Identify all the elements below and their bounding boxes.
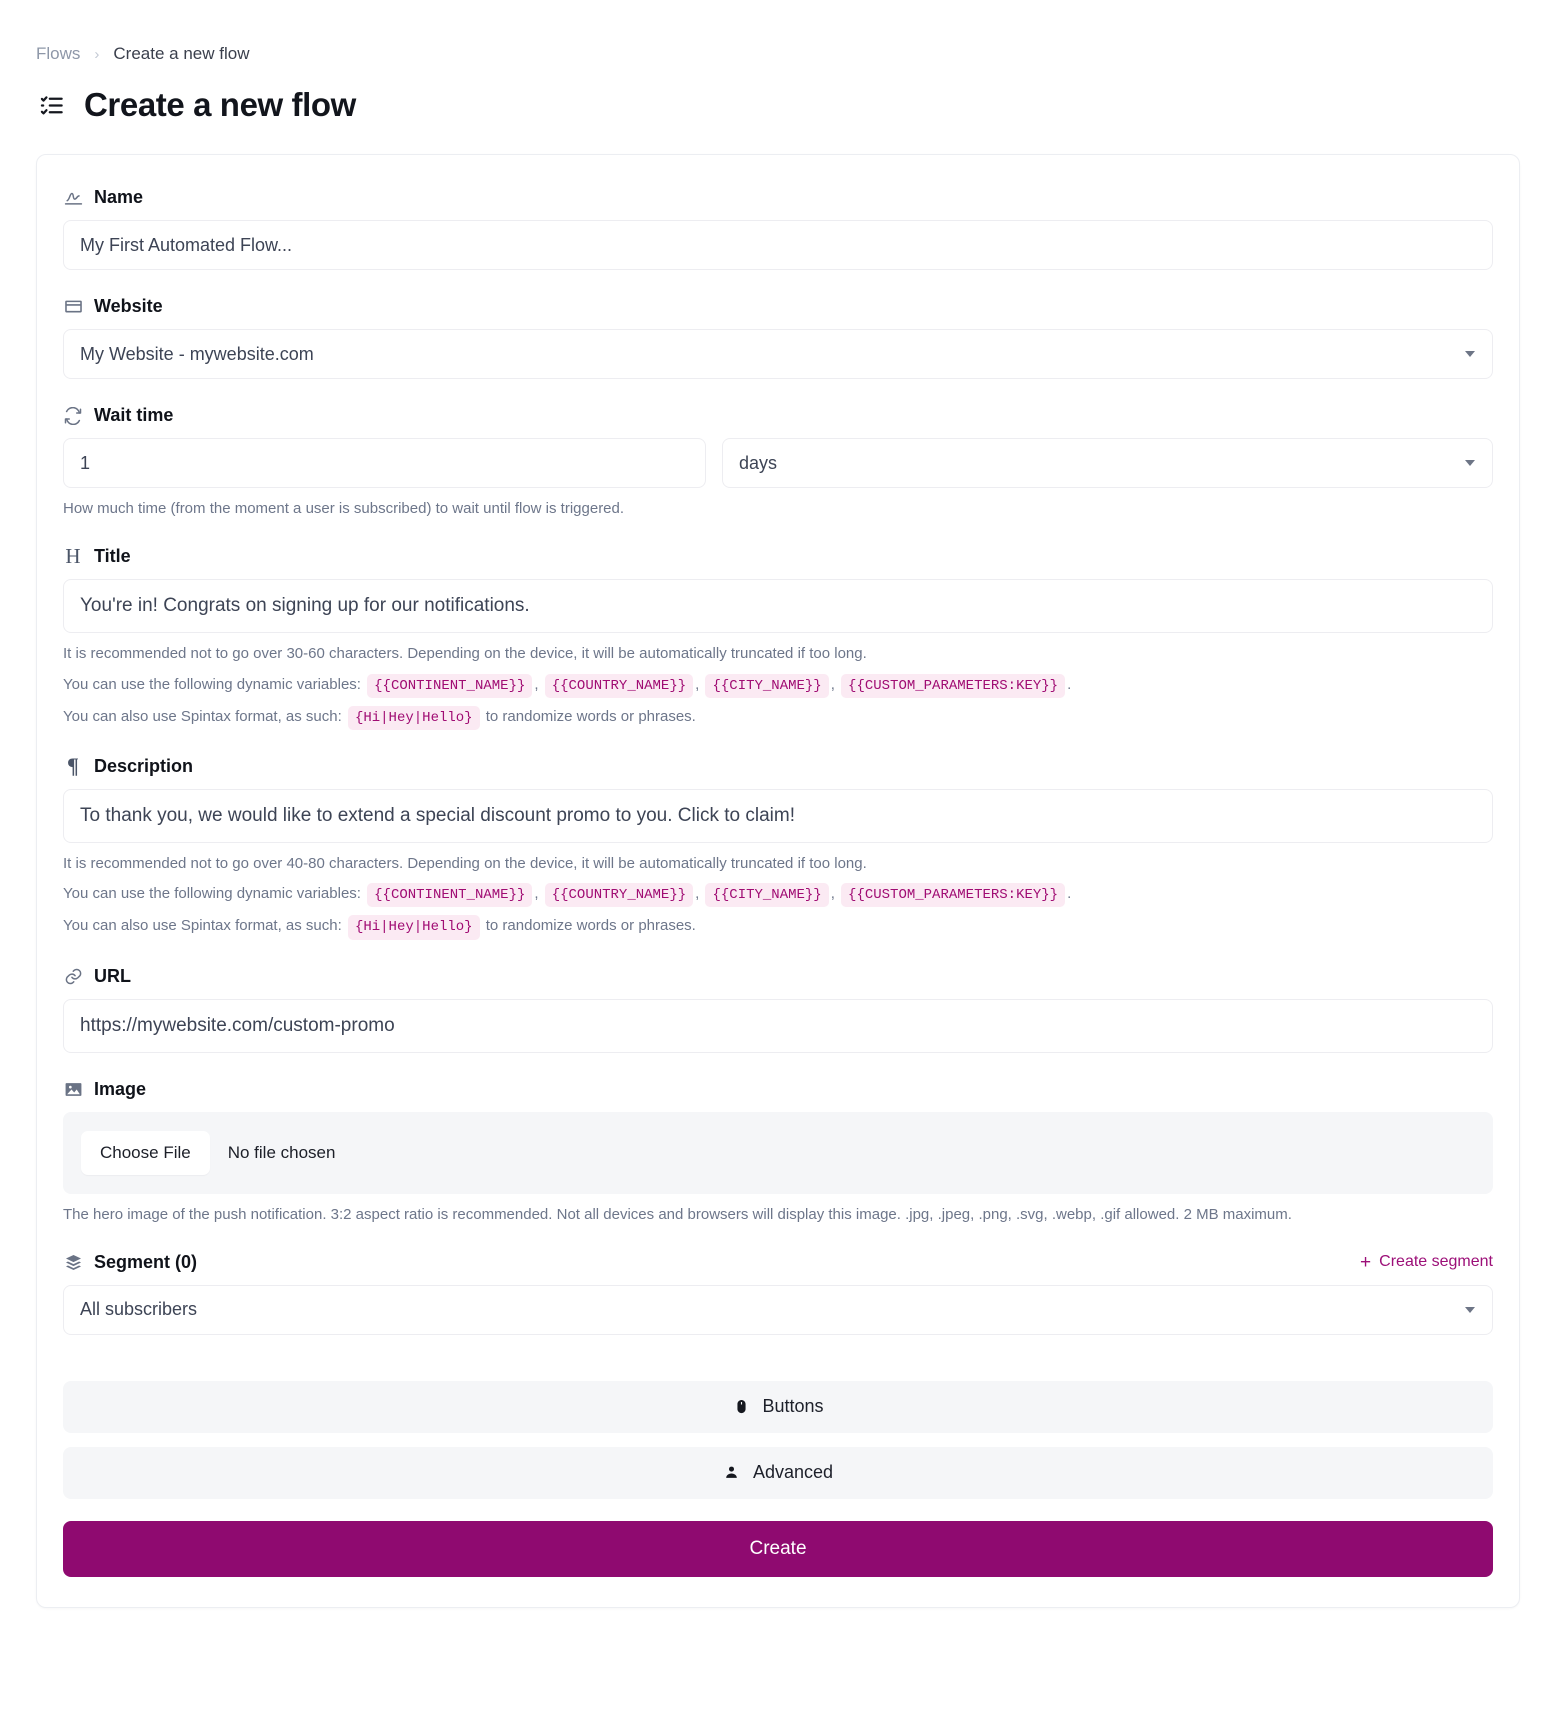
description-helper-spintax: You can also use Spintax format, as such… xyxy=(63,914,1493,940)
segment-select[interactable]: All subscribers xyxy=(63,1284,1493,1335)
variable-chip: {{COUNTRY_NAME}} xyxy=(544,673,694,698)
link-icon xyxy=(63,966,83,986)
field-image: Image Choose File No file chosen The her… xyxy=(63,1079,1493,1226)
field-url: URL xyxy=(63,966,1493,1053)
buttons-section-toggle[interactable]: Buttons xyxy=(63,1380,1493,1433)
page-header: Create a new flow xyxy=(36,86,1520,124)
create-segment-link[interactable]: + Create segment xyxy=(1360,1253,1493,1272)
choose-file-button[interactable]: Choose File xyxy=(81,1130,210,1175)
title-helper-spintax-suffix: to randomize words or phrases. xyxy=(485,707,696,725)
label-segment: Segment (0) xyxy=(63,1252,197,1273)
label-image: Image xyxy=(63,1079,1493,1100)
spintax-chip: {Hi|Hey|Hello} xyxy=(347,915,480,940)
wait-time-amount-input[interactable] xyxy=(63,438,706,488)
label-url: URL xyxy=(63,966,1493,987)
field-website: Website My Website - mywebsite.com xyxy=(63,296,1493,379)
label-url-text: URL xyxy=(94,965,131,986)
pilcrow-icon: ¶ xyxy=(67,753,79,779)
field-segment: Segment (0) + Create segment All subscri… xyxy=(63,1252,1493,1335)
field-title: H Title It is recommended not to go over… xyxy=(63,546,1493,730)
label-image-text: Image xyxy=(94,1078,147,1099)
title-helper-spintax: You can also use Spintax format, as such… xyxy=(63,705,1493,730)
advanced-section-label: Advanced xyxy=(752,1462,834,1483)
segment-select-wrapper: All subscribers xyxy=(63,1284,1493,1335)
advanced-section-toggle[interactable]: Advanced xyxy=(63,1446,1493,1499)
description-helper-spintax-suffix: to randomize words or phrases. xyxy=(485,917,696,935)
field-description: ¶ Description It is recommended not to g… xyxy=(63,753,1493,940)
image-helper: The hero image of the push notification.… xyxy=(63,1205,1292,1223)
breadcrumb-separator-icon: › xyxy=(94,45,100,63)
breadcrumb-current: Create a new flow xyxy=(113,44,250,63)
description-input[interactable] xyxy=(63,788,1493,843)
variable-chip: {{CONTINENT_NAME}} xyxy=(367,673,533,698)
title-helper-length: It is recommended not to go over 30-60 c… xyxy=(63,645,867,663)
wait-time-unit-select[interactable]: days xyxy=(722,438,1493,488)
description-helper-length: It is recommended not to go over 40-80 c… xyxy=(63,854,867,872)
wait-time-helper: How much time (from the moment a user is… xyxy=(63,500,625,517)
create-flow-form-card: Name Website My Website - mywebsite.com xyxy=(36,154,1520,1608)
label-name-text: Name xyxy=(94,187,144,207)
wait-time-amount-wrapper xyxy=(63,438,706,488)
wait-time-row: days xyxy=(63,438,1493,488)
segment-label-row: Segment (0) + Create segment xyxy=(63,1252,1493,1273)
label-website-text: Website xyxy=(94,296,163,316)
file-status-text: No file chosen xyxy=(227,1142,336,1162)
variable-chip: {{CITY_NAME}} xyxy=(705,673,829,698)
user-icon xyxy=(723,1464,741,1482)
browser-window-icon xyxy=(63,297,83,317)
breadcrumb: Flows › Create a new flow xyxy=(36,44,1520,64)
page-title: Create a new flow xyxy=(84,86,356,123)
wait-time-unit-wrapper: days xyxy=(722,438,1493,488)
website-select-wrapper: My Website - mywebsite.com xyxy=(63,329,1493,379)
variable-chip: {{CONTINENT_NAME}} xyxy=(367,883,533,908)
label-description-text: Description xyxy=(94,755,194,776)
label-wait-time-text: Wait time xyxy=(94,405,174,425)
description-helper-variables: You can use the following dynamic variab… xyxy=(63,882,1493,908)
spintax-chip: {Hi|Hey|Hello} xyxy=(347,705,480,730)
label-name: Name xyxy=(63,187,1493,208)
mouse-icon xyxy=(732,1398,750,1416)
field-wait-time: Wait time days How much time (from the m… xyxy=(63,405,1493,520)
image-icon xyxy=(63,1079,83,1099)
breadcrumb-link-flows[interactable]: Flows xyxy=(36,44,80,64)
image-file-dropzone[interactable]: Choose File No file chosen xyxy=(63,1111,1493,1194)
label-description: ¶ Description xyxy=(63,753,1493,779)
variable-chip: {{CUSTOM_PARAMETERS:KEY}} xyxy=(841,673,1066,698)
field-name: Name xyxy=(63,187,1493,270)
url-input[interactable] xyxy=(63,998,1493,1053)
label-title: H Title xyxy=(63,546,1493,567)
title-helper-variables: You can use the following dynamic variab… xyxy=(63,673,1493,698)
page-root: Flows › Create a new flow Create a new f… xyxy=(0,0,1556,1638)
signature-icon xyxy=(63,188,83,208)
title-helper-variables-prefix: You can use the following dynamic variab… xyxy=(63,675,361,693)
layers-icon xyxy=(63,1252,83,1272)
label-segment-text: Segment (0) xyxy=(94,1251,198,1272)
variable-chip: {{COUNTRY_NAME}} xyxy=(544,883,694,908)
sync-icon xyxy=(63,406,83,426)
create-button[interactable]: Create xyxy=(63,1520,1493,1577)
create-segment-label: Create segment xyxy=(1379,1253,1493,1271)
description-helper-spintax-prefix: You can also use Spintax format, as such… xyxy=(63,917,342,935)
plus-icon: + xyxy=(1360,1251,1372,1273)
label-website: Website xyxy=(63,296,1493,317)
website-select[interactable]: My Website - mywebsite.com xyxy=(63,329,1493,379)
label-wait-time: Wait time xyxy=(63,405,1493,426)
variable-chip: {{CITY_NAME}} xyxy=(705,883,829,908)
heading-h-icon: H xyxy=(65,544,81,569)
description-helper-variables-prefix: You can use the following dynamic variab… xyxy=(63,885,361,903)
checklist-icon xyxy=(36,90,66,120)
name-input[interactable] xyxy=(63,220,1493,270)
title-helper-spintax-prefix: You can also use Spintax format, as such… xyxy=(63,707,342,725)
variable-chip: {{CUSTOM_PARAMETERS:KEY}} xyxy=(841,883,1066,908)
title-input[interactable] xyxy=(63,579,1493,634)
label-title-text: Title xyxy=(94,546,131,567)
buttons-section-label: Buttons xyxy=(762,1396,824,1417)
